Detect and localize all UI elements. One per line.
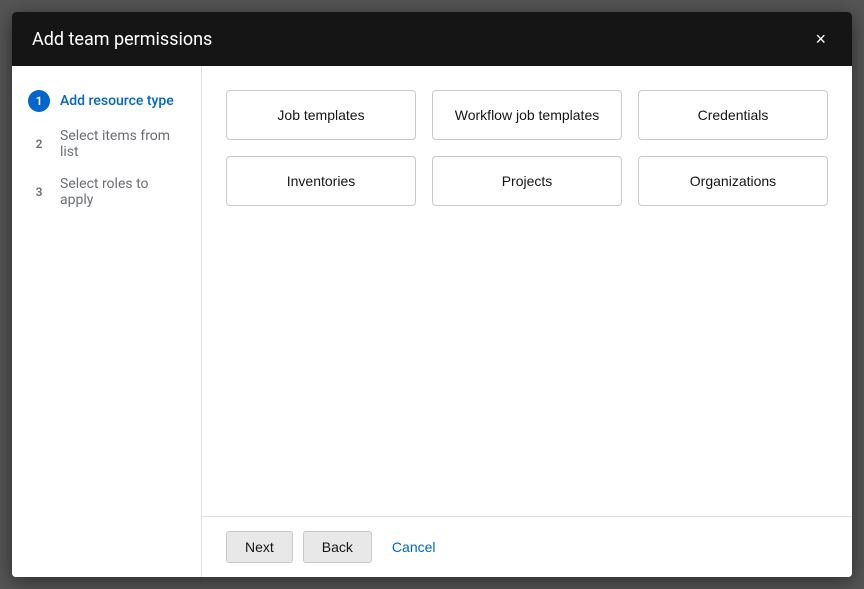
step-1-number: 1 — [28, 90, 50, 112]
back-button[interactable]: Back — [303, 531, 372, 563]
modal-header: Add team permissions × — [12, 12, 852, 66]
modal-overlay: Add team permissions × 1 Add resource ty… — [0, 0, 864, 589]
step-2-item: 2 Select items from list — [28, 128, 185, 160]
resource-job-templates[interactable]: Job templates — [226, 90, 416, 140]
resource-credentials[interactable]: Credentials — [638, 90, 828, 140]
cancel-button[interactable]: Cancel — [382, 532, 446, 562]
content-main: Job templates Workflow job templates Cre… — [202, 66, 852, 516]
resource-organizations[interactable]: Organizations — [638, 156, 828, 206]
modal-title: Add team permissions — [32, 29, 212, 50]
resource-grid: Job templates Workflow job templates Cre… — [226, 90, 828, 206]
step-1-label: Add resource type — [60, 93, 174, 109]
step-2-number: 2 — [28, 133, 50, 155]
close-button[interactable]: × — [809, 28, 832, 50]
modal-footer: Next Back Cancel — [202, 516, 852, 577]
modal: Add team permissions × 1 Add resource ty… — [12, 12, 852, 577]
next-button[interactable]: Next — [226, 531, 293, 563]
step-1-item: 1 Add resource type — [28, 90, 185, 112]
resource-workflow-job-templates[interactable]: Workflow job templates — [432, 90, 622, 140]
resource-inventories[interactable]: Inventories — [226, 156, 416, 206]
content-area: Job templates Workflow job templates Cre… — [202, 66, 852, 577]
step-3-number: 3 — [28, 181, 50, 203]
step-3-label: Select roles to apply — [60, 176, 185, 208]
step-3-item: 3 Select roles to apply — [28, 176, 185, 208]
step-2-label: Select items from list — [60, 128, 185, 160]
modal-body: 1 Add resource type 2 Select items from … — [12, 66, 852, 577]
sidebar: 1 Add resource type 2 Select items from … — [12, 66, 202, 577]
resource-projects[interactable]: Projects — [432, 156, 622, 206]
